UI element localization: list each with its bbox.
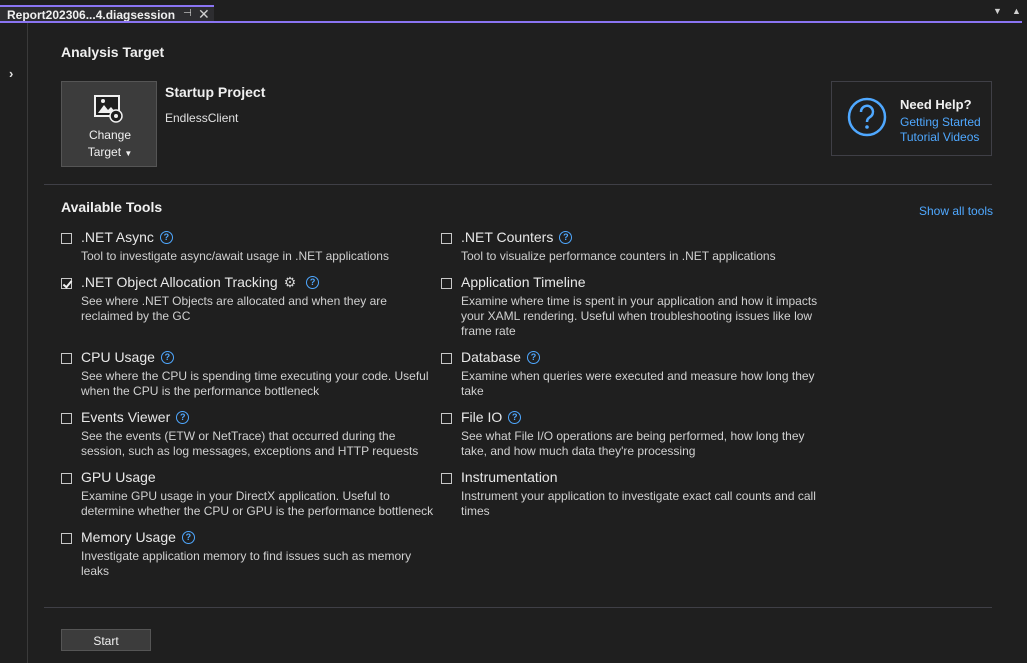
tool-checkbox[interactable] [441,233,452,244]
help-icon[interactable]: ? [160,350,174,364]
start-button[interactable]: Start [61,629,151,651]
tutorial-videos-link[interactable]: Tutorial Videos [900,130,979,144]
help-icon[interactable]: ? [181,530,195,544]
tool-checkbox[interactable] [441,413,452,424]
help-icon[interactable]: ? [159,230,173,244]
tool-name: GPU Usage [81,469,156,485]
tool-checkbox[interactable] [61,473,72,484]
question-circle-icon [847,97,887,137]
document-tab-bar: Report202306...4.diagsession ⊣ ✕ ▼ ▲ [0,0,1027,23]
pin-icon[interactable]: ⊣ [183,8,192,19]
tab-title: Report202306...4.diagsession [7,8,176,22]
gear-icon[interactable]: ⚙ [284,274,297,291]
tool-checkbox[interactable] [61,533,72,544]
available-tools-heading: Available Tools [61,199,163,215]
show-all-tools-link[interactable]: Show all tools [919,204,993,218]
help-panel: Need Help? Getting Started Tutorial Vide… [831,81,992,156]
tool-description: Examine GPU usage in your DirectX applic… [81,489,434,518]
collapsed-panel-strip: › [0,23,28,663]
change-target-label: Change Target ▼ [87,128,133,159]
tool-description: See what File I/O operations are being p… [461,429,805,458]
target-settings-icon [94,95,123,123]
tool-name: Events Viewer [81,409,171,425]
change-target-button[interactable]: Change Target ▼ [61,81,157,167]
tool-name: Instrumentation [461,469,558,485]
help-icon[interactable]: ? [559,230,573,244]
bottom-divider [44,607,992,608]
scroll-up-icon[interactable]: ▲ [1012,6,1021,16]
tool-checkbox[interactable] [441,473,452,484]
tool-name: CPU Usage [81,349,155,365]
tab-underline [0,21,1022,23]
tool-name: Memory Usage [81,529,176,545]
tab-list-dropdown-icon[interactable]: ▼ [993,6,1002,16]
tool-description: Tool to investigate async/await usage in… [81,249,389,263]
tool-checkbox[interactable] [441,278,452,289]
getting-started-link[interactable]: Getting Started [900,115,981,129]
tool-checkbox[interactable] [441,353,452,364]
tool-description: See the events (ETW or NetTrace) that oc… [81,429,419,458]
tool-checkbox[interactable] [61,413,72,424]
tool-name: .NET Async [81,229,154,245]
help-icon[interactable]: ? [526,350,540,364]
tool-description: Examine where time is spent in your appl… [461,294,818,338]
tool-checkbox[interactable] [61,278,72,289]
help-title: Need Help? [900,97,972,112]
tool-name: Database [461,349,521,365]
tool-checkbox[interactable] [61,353,72,364]
tool-checkbox[interactable] [61,233,72,244]
tool-name: File IO [461,409,503,425]
help-icon[interactable]: ? [508,410,522,424]
analysis-target-heading: Analysis Target [61,44,165,60]
tool-description: Investigate application memory to find i… [81,549,412,578]
startup-project-title: Startup Project [165,84,266,100]
startup-project-name: EndlessClient [165,111,239,125]
section-divider [44,184,992,185]
tool-description: Tool to visualize performance counters i… [461,249,776,263]
tool-description: Examine when queries were executed and m… [461,369,815,398]
tool-name: .NET Object Allocation Tracking [81,274,278,290]
chevron-right-icon[interactable]: › [9,66,13,81]
dropdown-caret-icon: ▼ [124,149,133,158]
tool-description: See where the CPU is spending time execu… [81,369,429,398]
tool-name: Application Timeline [461,274,586,290]
help-icon[interactable]: ? [306,275,320,289]
tool-description: See where .NET Objects are allocated and… [81,294,387,323]
tool-description: Instrument your application to investiga… [461,489,816,518]
help-icon[interactable]: ? [176,410,190,424]
tool-name: .NET Counters [461,229,554,245]
